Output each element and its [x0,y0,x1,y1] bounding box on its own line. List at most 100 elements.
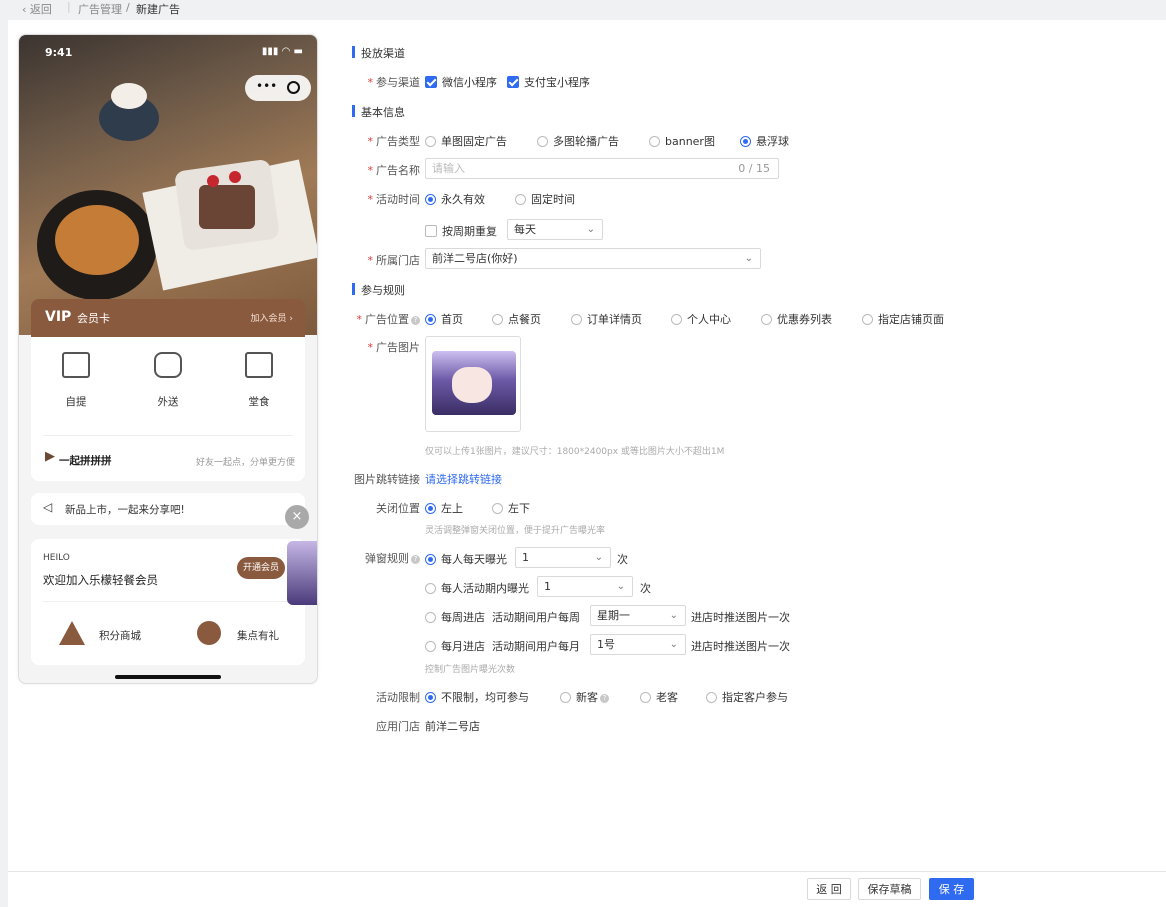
position-profile[interactable]: 个人中心 [671,311,731,327]
signal-icon: ▮▮▮ [261,46,279,57]
breadcrumb-ad-management[interactable]: 广告管理 [78,1,122,17]
popup-rule-hint: 控制广告图片曝光次数 [425,665,516,675]
save-draft-button[interactable]: 保存草稿 [858,878,921,900]
rule-period[interactable]: 每人活动期内曝光 [425,580,529,596]
select-jump-link[interactable]: 请选择跳转链接 [425,471,502,487]
restriction-none[interactable]: 不限制，均可参与 [425,689,529,705]
chevron-down-icon: ⌄ [669,639,678,650]
group-buy-icon: ▶ [45,449,55,464]
floating-ball-preview[interactable] [287,541,317,605]
points-mall-label[interactable]: 积分商城 [99,628,141,643]
ad-name-placeholder: 请输入 [432,162,465,175]
capsule-menu[interactable]: ••• [245,75,311,101]
ad-type-floating-ball[interactable]: 悬浮球 [740,133,789,149]
divider [43,601,293,602]
restriction-old[interactable]: 老客 [640,689,678,705]
restriction-label: 活动限制 [376,691,420,704]
period-count-select[interactable]: 1 ⌄ [537,576,633,597]
repeat-cycle-checkbox[interactable]: 按周期重复 [425,223,497,239]
restriction-specified[interactable]: 指定客户参与 [706,689,788,705]
save-button[interactable]: 保 存 [929,878,974,900]
ad-type-single[interactable]: 单图固定广告 [425,133,507,149]
delivery-scooter-icon [154,352,182,378]
position-order-page[interactable]: 点餐页 [492,311,541,327]
group-buy-title[interactable]: 一起拼拼拼 [59,453,112,468]
daily-count-select[interactable]: 1 ⌄ [515,547,611,568]
service-label: 外送 [157,396,179,408]
active-time-permanent[interactable]: 永久有效 [425,191,485,207]
notice-bar[interactable]: ◁ 新品上市，一起来分享吧! [31,493,305,525]
restriction-new[interactable]: 新客? [560,689,609,705]
channel-wechat-checkbox[interactable]: 微信小程序 [425,74,497,90]
ad-name-label: * 广告名称 [367,164,421,177]
storefront-icon [245,352,273,378]
notice-text: 新品上市，一起来分享吧! [65,504,185,516]
member-card: HEILO 欢迎加入乐檬轻餐会员 开通会员 积分商城 集点有礼 [31,539,305,665]
chevron-down-icon: ⌄ [744,253,753,264]
position-coupon-list[interactable]: 优惠券列表 [761,311,832,327]
service-pickup[interactable]: 自提 [46,352,106,409]
join-member-link[interactable]: 加入会员 › [251,311,293,324]
weekly-middle-text: 活动期间用户每周 [492,611,580,624]
monthly-suffix: 进店时推送图片一次 [691,640,790,653]
section-channel: 投放渠道 [352,45,405,61]
image-upload[interactable] [425,336,521,432]
checkbox[interactable] [425,76,437,88]
status-icons: ▮▮▮ ◠ ▬ [262,46,303,57]
close-float-button[interactable]: × [285,505,309,529]
close-top-left[interactable]: 左上 [425,500,463,516]
close-position-hint: 灵活调整弹窗关闭位置，便于提升广告曝光率 [425,526,606,536]
back-link[interactable]: ‹ 返回 [22,1,52,17]
position-order-detail[interactable]: 订单详情页 [571,311,642,327]
service-card: 自提 外送 堂食 ▶ 一起拼拼拼 好友一起点，分单更方便 [31,337,305,481]
daily-unit: 次 [617,553,628,566]
weekday-select[interactable]: 星期一 ⌄ [590,605,686,626]
divider [43,435,293,436]
battery-icon: ▬ [293,46,303,57]
help-icon[interactable]: ? [411,555,420,564]
service-delivery[interactable]: 外送 [138,352,198,409]
more-icon[interactable]: ••• [256,79,277,93]
help-icon[interactable]: ? [600,694,609,703]
chevron-left-icon: ‹ [22,3,27,16]
chevron-down-icon: ⌄ [594,552,603,563]
channel-label: * 参与渠道 [367,76,421,89]
points-mall-icon [59,621,85,645]
member-hello: HEILO [43,553,70,563]
stamps-gift-label[interactable]: 集点有礼 [237,628,279,643]
wifi-icon: ◠ [281,46,291,57]
store-select[interactable]: 前洋二号店(你好) ⌄ [425,248,761,269]
image-hint: 仅可以上传1张图片，建议尺寸：1800*2400px 或等比图片大小不超出1M [425,447,725,457]
ad-type-carousel[interactable]: 多图轮播广告 [537,133,619,149]
active-time-label: * 活动时间 [367,193,421,206]
breadcrumb-new-ad: 新建广告 [136,3,180,16]
back-button[interactable]: 返 回 [807,878,851,900]
service-label: 自提 [65,396,87,408]
position-store-page[interactable]: 指定店铺页面 [862,311,944,327]
help-icon[interactable]: ? [411,316,420,325]
repeat-cycle-select[interactable]: 每天 ⌄ [507,219,603,240]
ad-type-banner[interactable]: banner图 [649,133,715,149]
active-time-fixed[interactable]: 固定时间 [515,191,575,207]
vip-card-bar[interactable]: VIP 会员卡 加入会员 › [31,299,305,337]
mini-program-preview: 9:41 ▮▮▮ ◠ ▬ ••• VIP 会员卡 加入会员 › 自提 外送 堂食… [18,34,318,684]
rule-weekly[interactable]: 每周进店 [425,609,485,625]
open-member-button[interactable]: 开通会员 [237,557,286,579]
chevron-down-icon: ⌄ [616,581,625,592]
speaker-icon: ◁ [43,500,53,514]
ad-name-input[interactable]: 请输入 0 / 15 [425,158,779,179]
monthday-select[interactable]: 1号 ⌄ [590,634,686,655]
monthly-middle-text: 活动期间用户每月 [492,640,580,653]
channel-alipay-checkbox[interactable]: 支付宝小程序 [507,74,590,90]
position-home[interactable]: 首页 [425,311,463,327]
service-dine-in[interactable]: 堂食 [229,352,289,409]
breadcrumb-separator: / [126,1,130,14]
rule-daily[interactable]: 每人每天曝光 [425,551,507,567]
rule-monthly[interactable]: 每月进店 [425,638,485,654]
checkbox[interactable] [507,76,519,88]
close-mini-program-icon[interactable] [287,81,300,94]
chevron-down-icon: ⌄ [586,224,595,235]
close-bottom-left[interactable]: 左下 [492,500,530,516]
footer-bar: 返 回 保存草稿 保 存 [8,871,1166,907]
store-label: * 所属门店 [367,254,421,267]
